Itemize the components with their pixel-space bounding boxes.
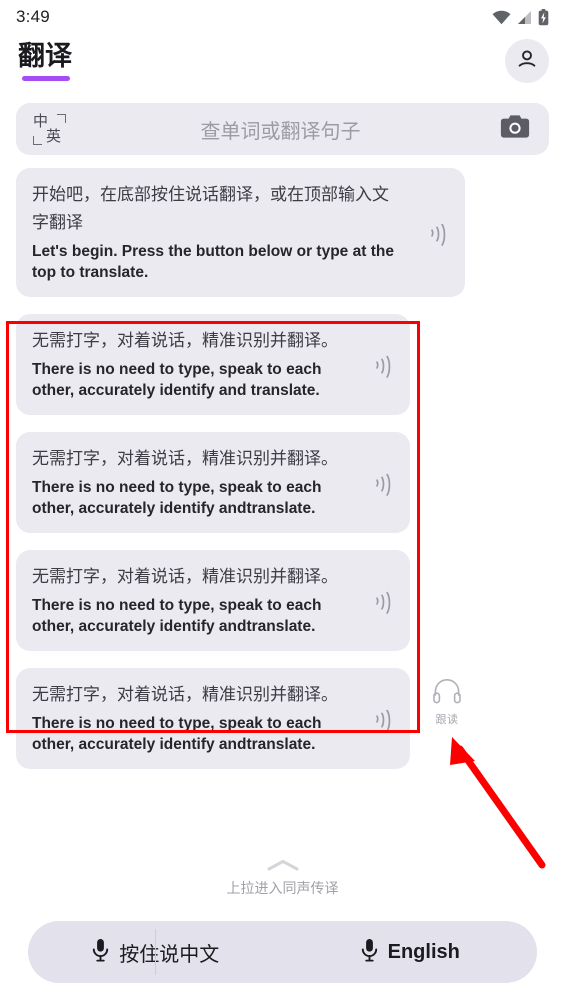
search-input[interactable]: 查单词或翻译句子	[80, 115, 481, 144]
pull-up-hint[interactable]: 上拉进入同声传译	[0, 858, 565, 898]
language-pair-icon: 中 英	[30, 112, 76, 146]
page-title: 翻译	[18, 41, 72, 72]
speaker-wave-icon[interactable]	[370, 352, 396, 378]
avatar[interactable]	[505, 39, 549, 83]
microphone-icon	[360, 938, 379, 967]
status-bar: 3:49	[0, 0, 565, 34]
mic-bar: 按住说中文 English	[28, 921, 537, 983]
speaker-wave-icon[interactable]	[370, 470, 396, 496]
wifi-icon	[492, 10, 511, 25]
language-corner-bottom-left-icon	[33, 136, 42, 145]
camera-button[interactable]	[481, 103, 549, 155]
mic-bar-divider	[155, 929, 157, 975]
bubble-translated-text: There is no need to type, speak to each …	[32, 715, 322, 753]
chat-message-list: 开始吧，在底部按住说话翻译，或在顶部输入文字翻译 Let's begin. Pr…	[0, 168, 565, 786]
chat-bubble[interactable]: 开始吧，在底部按住说话翻译，或在顶部输入文字翻译 Let's begin. Pr…	[16, 168, 465, 297]
microphone-icon	[91, 938, 110, 967]
hold-to-speak-english-button[interactable]: English	[283, 921, 538, 983]
bubble-source-text: 无需打字，对着说话，精准识别并翻译。	[32, 331, 338, 351]
battery-charging-icon	[538, 8, 549, 26]
hold-to-speak-chinese-button[interactable]: 按住说中文	[28, 921, 283, 983]
bubble-source-text: 无需打字，对着说话，精准识别并翻译。	[32, 685, 338, 705]
chat-bubble[interactable]: 无需打字，对着说话，精准识别并翻译。 There is no need to t…	[16, 668, 410, 769]
page-title-group: 翻译	[18, 40, 72, 81]
pull-up-label: 上拉进入同声传译	[226, 881, 339, 897]
app-header: 翻译	[0, 34, 565, 96]
language-switch-button[interactable]: 中 英	[16, 103, 90, 155]
hold-to-speak-english-label: English	[387, 940, 460, 963]
bubble-source-text: 无需打字，对着说话，精准识别并翻译。	[32, 567, 338, 587]
page-title-underline	[22, 76, 70, 81]
follow-read-label: 跟读	[435, 713, 459, 726]
bubble-source-text: 开始吧，在底部按住说话翻译，或在顶部输入文字翻译	[32, 185, 389, 233]
speaker-wave-icon[interactable]	[425, 220, 451, 246]
bubble-translated-text: Let's begin. Press the button below or t…	[32, 243, 394, 281]
chevron-up-icon	[266, 858, 300, 877]
status-bar-time: 3:49	[16, 7, 50, 26]
status-bar-icons	[492, 8, 549, 26]
bubble-translated-text: There is no need to type, speak to each …	[32, 361, 322, 399]
bubble-source-text: 无需打字，对着说话，精准识别并翻译。	[32, 449, 338, 469]
bubble-translated-text: There is no need to type, speak to each …	[32, 479, 322, 517]
headphones-icon	[432, 678, 462, 709]
follow-read-button[interactable]: 跟读	[424, 678, 470, 727]
hold-to-speak-chinese-label: 按住说中文	[119, 941, 220, 966]
language-to-label: 英	[46, 127, 62, 145]
cellular-signal-icon	[517, 10, 532, 25]
person-icon	[515, 47, 539, 76]
speaker-wave-icon[interactable]	[370, 706, 396, 732]
language-corner-top-right-icon	[57, 114, 66, 123]
bubble-translated-text: There is no need to type, speak to each …	[32, 597, 322, 635]
speaker-wave-icon[interactable]	[370, 588, 396, 614]
chat-bubble[interactable]: 无需打字，对着说话，精准识别并翻译。 There is no need to t…	[16, 432, 410, 533]
search-bar[interactable]: 中 英 查单词或翻译句子	[16, 103, 549, 155]
chat-bubble[interactable]: 无需打字，对着说话，精准识别并翻译。 There is no need to t…	[16, 550, 410, 651]
chat-bubble[interactable]: 无需打字，对着说话，精准识别并翻译。 There is no need to t…	[16, 314, 410, 415]
camera-icon	[500, 114, 530, 145]
